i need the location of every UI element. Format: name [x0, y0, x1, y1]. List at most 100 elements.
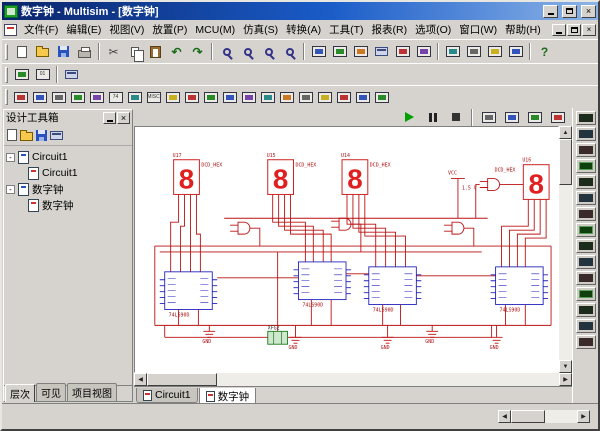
indicator-components-button[interactable] — [182, 87, 201, 107]
mcu-components-button[interactable] — [334, 87, 353, 107]
menu-help[interactable]: 帮助(H) — [501, 21, 545, 38]
run-simulation-button[interactable] — [399, 107, 420, 127]
pause-simulation-button[interactable] — [422, 107, 443, 127]
advanced-peripherals-button[interactable] — [239, 87, 258, 107]
step-over-button[interactable] — [524, 107, 545, 127]
electrical-rules-check-button[interactable] — [442, 42, 463, 62]
toolbar-grip[interactable] — [5, 44, 8, 60]
pause-at-next-mcu-button[interactable] — [478, 107, 499, 127]
network-analyzer-button[interactable] — [576, 319, 596, 333]
menu-edit[interactable]: 编辑(E) — [62, 21, 105, 38]
menu-file[interactable]: 文件(F) — [20, 21, 62, 38]
diode-components-button[interactable] — [49, 87, 68, 107]
collapse-icon[interactable]: - — [6, 153, 15, 162]
logic-converter-button[interactable] — [576, 255, 596, 269]
stop-simulation-button[interactable] — [445, 107, 466, 127]
bus-button[interactable] — [372, 87, 391, 107]
menu-reports[interactable]: 报表(R) — [368, 21, 412, 38]
close-button[interactable]: × — [581, 5, 596, 18]
mdi-document-icon[interactable] — [4, 24, 17, 36]
vertical-scroll-track[interactable] — [559, 185, 572, 360]
capture-area-button[interactable] — [463, 42, 484, 62]
scroll-left-button[interactable]: ◀ — [498, 410, 511, 423]
four-channel-oscilloscope-button[interactable] — [576, 175, 596, 189]
toolbox-save-button[interactable] — [36, 130, 47, 141]
scroll-left-button[interactable]: ◀ — [134, 373, 147, 386]
menu-transfer[interactable]: 转换(A) — [282, 21, 325, 38]
rf-components-button[interactable] — [258, 87, 277, 107]
bottom-scroll-track[interactable] — [545, 410, 577, 423]
tab-project-view[interactable]: 项目视图 — [67, 383, 117, 401]
tab-visibility[interactable]: 可见 — [36, 383, 66, 401]
toolbox-new-button[interactable] — [7, 129, 17, 141]
iv-analyzer-button[interactable] — [576, 271, 596, 285]
zoom-out-button[interactable] — [237, 42, 258, 62]
zoom-in-button[interactable] — [216, 42, 237, 62]
toolbar-grip[interactable] — [5, 67, 8, 83]
forward-annotate-button[interactable] — [505, 42, 526, 62]
menu-tools[interactable]: 工具(T) — [325, 21, 367, 38]
canvas-vertical-scrollbar[interactable]: ▲ ▼ — [559, 126, 572, 373]
connector-components-button[interactable] — [315, 87, 334, 107]
cmos-components-button[interactable] — [125, 87, 144, 107]
mixed-components-button[interactable] — [163, 87, 182, 107]
menu-options[interactable]: 选项(O) — [411, 21, 455, 38]
scroll-right-button[interactable]: ▶ — [577, 410, 590, 423]
ni-components-button[interactable] — [296, 87, 315, 107]
help-button[interactable]: ? — [534, 42, 555, 62]
tree-node-circuit1-sheet[interactable]: Circuit1 — [28, 165, 130, 181]
breadboard-view-button[interactable] — [11, 65, 32, 85]
logic-analyzer-button[interactable] — [576, 239, 596, 253]
tab-hierarchy[interactable]: 层次 — [5, 384, 35, 402]
electromechanical-components-button[interactable] — [277, 87, 296, 107]
hierarchical-block-button[interactable] — [353, 87, 372, 107]
word-generator-button[interactable] — [576, 223, 596, 237]
canvas-horizontal-scrollbar[interactable]: ◀ ▶ — [134, 373, 572, 386]
print-button[interactable] — [74, 42, 95, 62]
toolbox-open-button[interactable] — [20, 132, 33, 141]
horizontal-scroll-thumb[interactable] — [147, 373, 217, 386]
toolbox-pin-button[interactable] — [103, 112, 116, 124]
undo-button[interactable]: ↶ — [166, 42, 187, 62]
bottom-scroll-thumb[interactable] — [511, 410, 545, 423]
scroll-up-button[interactable]: ▲ — [559, 126, 572, 139]
schematic-drawing[interactable]: 8 8 8 8 U17 DCD_HEX U15 DCD_HEX U14 — [135, 127, 558, 372]
vertical-scroll-thumb[interactable] — [559, 139, 572, 185]
new-file-button[interactable] — [11, 42, 32, 62]
breakpoint-button[interactable] — [547, 107, 568, 127]
bode-plotter-button[interactable] — [576, 191, 596, 205]
collapse-icon[interactable]: - — [6, 185, 15, 194]
zoom-area-button[interactable] — [258, 42, 279, 62]
sheet-tab-circuit1[interactable]: Circuit1 — [136, 388, 198, 403]
scroll-right-button[interactable]: ▶ — [559, 373, 572, 386]
menu-window[interactable]: 窗口(W) — [455, 21, 501, 38]
save-button[interactable] — [53, 42, 74, 62]
scroll-down-button[interactable]: ▼ — [559, 360, 572, 373]
multimeter-button[interactable] — [576, 111, 596, 125]
spreadsheet-view-button[interactable] — [329, 42, 350, 62]
open-button[interactable] — [32, 42, 53, 62]
back-annotate-button[interactable] — [484, 42, 505, 62]
oscilloscope-button[interactable] — [576, 159, 596, 173]
ttl-components-button[interactable]: 74 — [106, 87, 125, 107]
minimize-button[interactable] — [543, 5, 558, 18]
zoom-fit-button[interactable] — [279, 42, 300, 62]
tree-node-circuit1-root[interactable]: - Circuit1 — [6, 149, 130, 165]
in-use-list-button[interactable] — [61, 65, 82, 85]
maximize-button[interactable] — [562, 5, 577, 18]
mdi-minimize-button[interactable] — [552, 24, 566, 36]
bottom-scrollbar[interactable]: ◀ ▶ — [498, 410, 590, 423]
schematic-canvas[interactable]: 8 8 8 8 U17 DCD_HEX U15 DCD_HEX U14 — [134, 126, 559, 373]
frequency-counter-button[interactable] — [576, 207, 596, 221]
copy-button[interactable] — [124, 42, 145, 62]
analog-components-button[interactable] — [87, 87, 106, 107]
function-generator-button[interactable] — [576, 127, 596, 141]
postprocessor-button[interactable] — [413, 42, 434, 62]
misc-digital-components-button[interactable]: MISC — [144, 87, 163, 107]
grapher-button[interactable] — [392, 42, 413, 62]
sources-components-button[interactable] — [11, 87, 30, 107]
redo-button[interactable]: ↷ — [187, 42, 208, 62]
transistor-components-button[interactable] — [68, 87, 87, 107]
cut-button[interactable]: ✂ — [103, 42, 124, 62]
logic-toggle-button[interactable]: 01 — [32, 65, 53, 85]
